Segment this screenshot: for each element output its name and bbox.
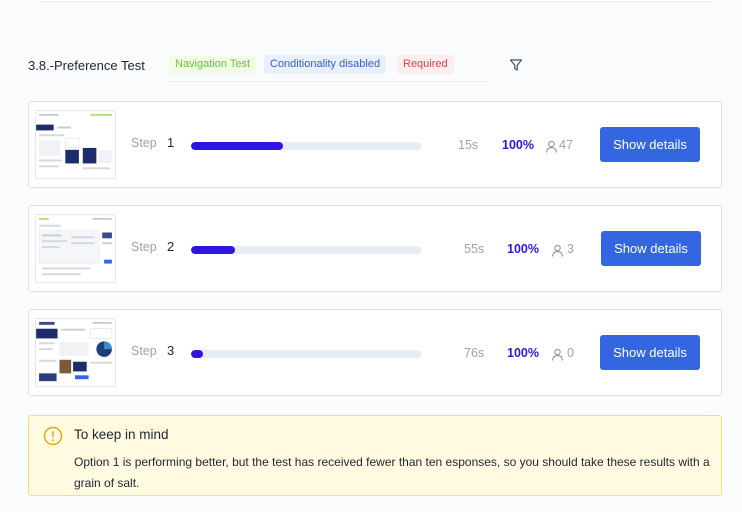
section-title: 3.8.-Preference Test xyxy=(28,58,145,73)
step-number: 2 xyxy=(167,239,175,254)
previous-card xyxy=(38,0,714,2)
filter-icon[interactable] xyxy=(509,58,523,72)
completion-percent: 100% xyxy=(507,346,539,360)
section-header: 3.8.-Preference Test Navigation Test Con… xyxy=(28,54,728,82)
step-row: Step 2 55s 100% 3 Show details xyxy=(28,205,722,292)
user-icon xyxy=(551,348,564,361)
avg-time: 76s xyxy=(464,346,485,360)
avg-time: 55s xyxy=(464,242,485,256)
step-thumbnail xyxy=(35,214,116,283)
navigation-test-tag: Navigation Test xyxy=(169,55,257,74)
progress-fill xyxy=(191,350,203,358)
required-tag: Required xyxy=(397,55,454,74)
warning-icon xyxy=(43,426,63,446)
completion-percent: 100% xyxy=(507,242,539,256)
step-thumbnail xyxy=(35,318,116,387)
progress-fill xyxy=(191,246,235,254)
user-count: 0 xyxy=(567,346,574,360)
info-note: To keep in mind Option 1 is performing b… xyxy=(28,415,722,496)
tag-group: Navigation Test Conditionality disabled … xyxy=(167,54,491,82)
note-body: Option 1 is performing better, but the t… xyxy=(74,455,710,490)
step-label: Step xyxy=(131,240,157,254)
step-row: Step 1 15s 100% 47 Show details xyxy=(28,101,722,188)
show-details-button[interactable]: Show details xyxy=(600,335,700,370)
step-label: Step xyxy=(131,136,157,150)
user-count: 47 xyxy=(559,138,573,152)
progress-bar xyxy=(191,246,421,254)
progress-fill xyxy=(191,142,283,150)
step-number: 3 xyxy=(167,343,175,358)
step-label: Step xyxy=(131,344,157,358)
avg-time: 15s xyxy=(458,138,479,152)
step-thumbnail xyxy=(35,110,116,179)
progress-bar xyxy=(191,142,421,150)
step-number: 1 xyxy=(167,135,175,150)
step-row: Step 3 76s 100% 0 Show details xyxy=(28,309,722,396)
user-count: 3 xyxy=(567,242,574,256)
conditionality-tag: Conditionality disabled xyxy=(264,55,387,74)
user-icon xyxy=(545,140,558,153)
show-details-button[interactable]: Show details xyxy=(601,231,701,266)
show-details-button[interactable]: Show details xyxy=(600,127,700,162)
completion-percent: 100% xyxy=(502,138,534,152)
user-icon xyxy=(551,244,564,257)
note-title: To keep in mind xyxy=(74,427,169,442)
progress-bar xyxy=(191,350,421,358)
